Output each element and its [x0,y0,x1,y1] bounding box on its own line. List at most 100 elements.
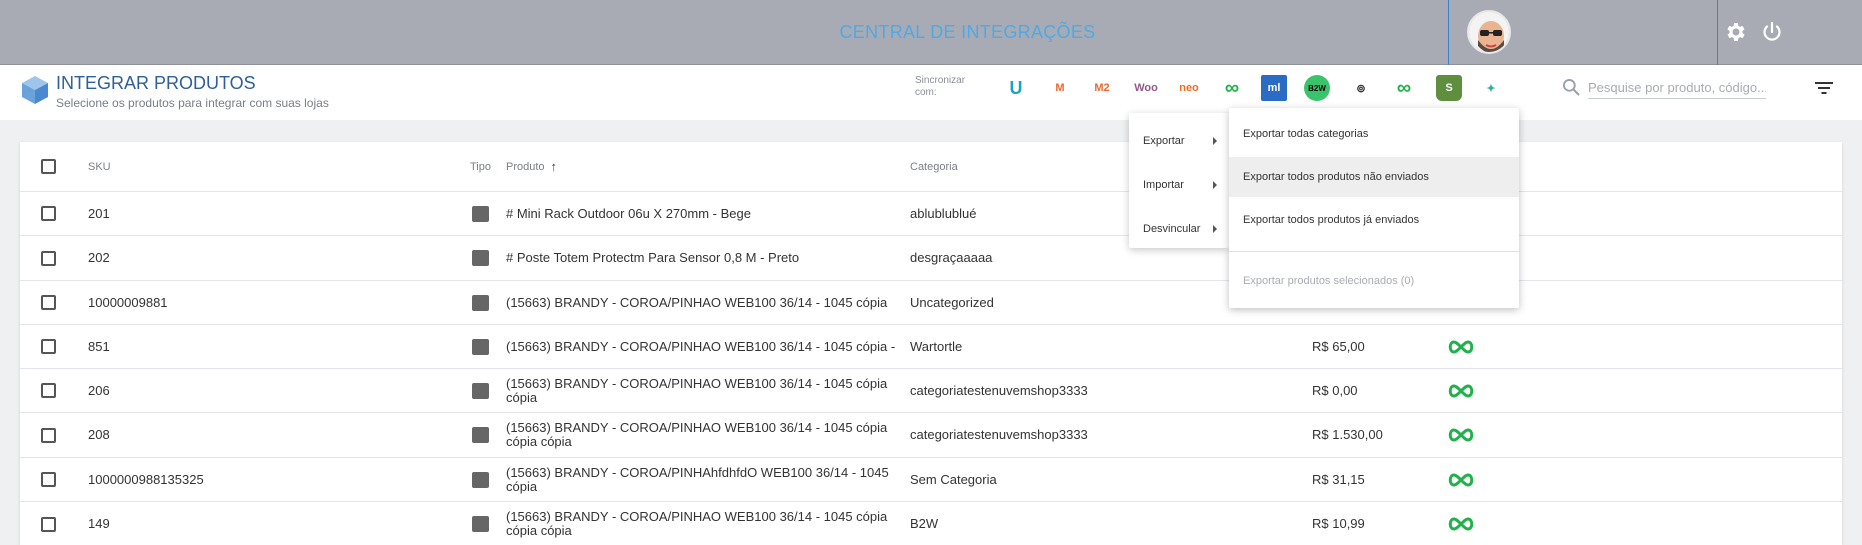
chevron-right-icon [1213,225,1217,233]
sku-cell: 851 [88,338,110,354]
column-tipo[interactable]: Tipo [470,142,491,191]
row-checkbox[interactable] [41,206,56,221]
search-icon[interactable] [1561,77,1581,97]
submenu-item[interactable]: Exportar todos produtos já enviados [1229,200,1519,240]
woo-icon[interactable]: Woo [1133,75,1159,101]
page-header: INTEGRAR PRODUTOS Selecione os produtos … [0,65,1862,120]
row-checkbox[interactable] [41,427,56,443]
column-sku[interactable]: SKU [88,142,111,191]
row-checkbox[interactable] [41,472,56,487]
column-produto-label: Produto [506,160,545,173]
infinity-icon[interactable]: ∞ [1219,75,1245,101]
menu-item-label: Importar [1143,179,1184,191]
sku-cell: 201 [88,205,110,221]
divider [1448,0,1449,65]
app-title: CENTRAL DE INTEGRAÇÕES [839,22,1096,42]
select-all-checkbox[interactable] [41,159,56,174]
neo-icon[interactable]: neo [1176,75,1202,101]
page-subtitle: Selecione os produtos para integrar com … [56,96,329,110]
b2w-icon[interactable]: B2W [1304,75,1330,101]
category-cell: ablublublué [910,205,977,221]
menu-item-importar[interactable]: Importar [1129,165,1229,205]
category-cell: categoriatestenuvemshop3333 [910,382,1088,398]
product-name-cell: # Mini Rack Outdoor 06u X 270mm - Bege [506,205,751,221]
magento-icon[interactable]: M [1047,75,1073,101]
submenu-item[interactable]: Exportar todas categorias [1229,114,1519,154]
product-type-icon [472,471,489,488]
row-checkbox[interactable] [41,295,56,310]
category-cell: desgraçaaaaa [910,250,993,265]
top-bar: CENTRAL DE INTEGRAÇÕES [0,0,1862,65]
infinity-br-icon[interactable]: ∞ [1391,75,1417,101]
category-cell: Uncategorized [910,294,994,310]
user-avatar-icon [1469,12,1509,52]
table-row[interactable]: 208 (15663) BRANDY - COROA/PINHAO WEB100 … [20,413,1842,458]
sku-cell: 10000009881 [88,294,168,310]
u-logo-icon[interactable]: U [1003,75,1029,101]
sku-cell: 206 [88,382,110,398]
divider [1717,0,1718,65]
bird-icon[interactable]: ✦ [1478,75,1504,101]
submenu-item[interactable]: Exportar todos produtos não enviados [1229,157,1519,197]
sku-cell: 202 [88,250,110,265]
product-type-icon [472,516,489,532]
product-type-icon [472,250,489,266]
menu-item-desvincular[interactable]: Desvincular [1129,209,1229,249]
sku-cell: 1000000988135325 [88,471,204,487]
sync-label: Sincronizar com: [915,75,966,98]
menu-item-label: Exportar [1143,135,1185,147]
link-icon[interactable]: ⊚ [1348,75,1374,101]
menu-divider [1229,251,1519,252]
submenu-item: Exportar produtos selecionados (0) [1243,275,1415,287]
table-row[interactable]: 1000000988135325 (15663) BRANDY - COROA/P… [20,458,1842,502]
table-row[interactable]: 10000009881 (15663) BRANDY - COROA/PINHAO… [20,281,1842,325]
avatar[interactable] [1467,10,1511,54]
power-icon[interactable] [1760,20,1784,44]
price-cell: R$ 31,15 [1312,471,1365,487]
sort-arrow-icon: ↑ [550,158,558,174]
product-name-cell: (15663) BRANDY - COROA/PINHAO WEB100 36/… [506,338,896,354]
product-name-cell: # Poste Totem Protectm Para Sensor 0,8 M… [506,250,800,265]
price-cell: R$ 10,99 [1312,516,1365,531]
filter-icon[interactable] [1814,80,1834,96]
sku-cell: 149 [88,516,110,531]
search-input[interactable] [1588,77,1766,99]
product-type-icon [472,338,489,355]
export-submenu: Exportar todas categorias Exportar todos … [1229,108,1519,308]
row-checkbox[interactable] [41,516,56,532]
category-cell: Sem Categoria [910,471,997,487]
product-name-cell: (15663) BRANDY - COROA/PINHAO WEB100 36/… [506,509,888,538]
product-name-cell: (15663) BRANDY - COROA/PINHAO WEB100 36/… [506,375,888,405]
chevron-right-icon [1213,181,1217,189]
page-title: INTEGRAR PRODUTOS [56,73,256,93]
table-row[interactable]: 206 (15663) BRANDY - COROA/PINHAO WEB100 … [20,369,1842,413]
infinity-status-icon [1448,517,1474,531]
table-row[interactable]: 149 (15663) BRANDY - COROA/PINHAO WEB100 … [20,502,1842,545]
price-cell: R$ 1.530,00 [1312,427,1383,442]
product-type-icon [472,382,489,399]
menu-item-exportar[interactable]: Exportar [1129,121,1229,161]
row-checkbox[interactable] [41,250,56,266]
shopify-icon[interactable]: S [1436,75,1462,101]
row-checkbox[interactable] [41,383,56,398]
column-categoria[interactable]: Categoria [910,142,958,191]
actions-menu: Exportar Importar Desvincular [1129,113,1229,248]
table-row[interactable]: 202 # Poste Totem Protectm Para Sensor 0,… [20,236,1842,281]
products-table: SKU Tipo Produto ↑ Categoria 201 # Mini R… [20,142,1842,545]
product-type-icon [472,427,489,443]
gear-icon[interactable] [1724,20,1748,44]
column-produto[interactable]: Produto ↑ [506,142,557,191]
magento2-icon[interactable]: M2 [1089,75,1115,101]
infinity-status-icon [1448,383,1474,398]
row-checkbox[interactable] [41,339,56,354]
table-row[interactable]: 201 # Mini Rack Outdoor 06u X 270mm - Beg… [20,192,1842,236]
sku-cell: 208 [88,427,110,442]
ml-icon[interactable]: ml [1261,75,1287,101]
infinity-status-icon [1448,339,1474,354]
infinity-status-icon [1448,472,1474,487]
category-cell: B2W [910,516,939,531]
product-name-cell: (15663) BRANDY - COROA/PINHAO WEB100 36/… [506,294,888,310]
product-name-cell: (15663) BRANDY - COROA/PINHAhfdhfdO WEB1… [506,464,889,494]
table-row[interactable]: 851 (15663) BRANDY - COROA/PINHAO WEB100 … [20,325,1842,369]
price-cell: R$ 65,00 [1312,338,1365,354]
